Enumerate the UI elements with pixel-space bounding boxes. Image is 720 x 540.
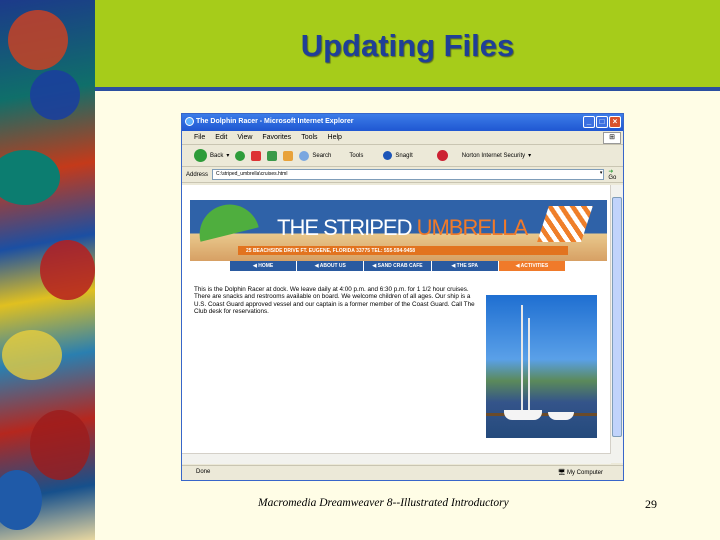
site-logo: THE STRIPED UMBRELLA [277,215,528,240]
toolbar: Back ▾ Search Tools SnagIt Norton Intern… [182,145,623,167]
close-button[interactable]: × [609,116,621,128]
paint-swirl [30,70,80,120]
address-label: Address [186,171,209,178]
forward-arrow-icon[interactable] [235,150,246,161]
minimize-button[interactable]: _ [583,116,595,128]
slide-footer: Macromedia Dreamweaver 8--Illustrated In… [258,497,509,509]
paint-swirl [0,150,60,205]
scroll-thumb[interactable] [612,197,622,437]
security-zone: 🖥 My Computer [557,470,603,476]
beach-chair-graphic [537,206,593,242]
sailboat-mast [528,318,530,410]
nav-activities[interactable]: ◀ ACTIVITIES [498,261,567,271]
nav-home[interactable]: ◀ HOME [230,261,298,271]
vertical-scrollbar[interactable] [610,185,623,463]
back-button[interactable]: Back ▾ [194,149,229,162]
maximize-button[interactable]: □ [596,116,608,128]
menu-file[interactable]: File [194,134,205,144]
menu-bar: File Edit View Favorites Tools Help ⊞ [182,131,623,145]
paint-swirl [8,10,68,70]
page-number: 29 [645,497,657,511]
nav-sand-crab-cafe[interactable]: ◀ SAND CRAB CAFE [364,261,432,271]
status-text: Done [196,469,211,475]
search-button[interactable]: Search [299,150,331,161]
address-bar: Address C:\striped_umbrella\cruises.html… [182,167,623,183]
sailboat-mast [521,305,523,410]
menu-edit[interactable]: Edit [215,134,227,144]
home-icon[interactable] [283,150,294,161]
menu-view[interactable]: View [237,134,252,144]
tools-button[interactable]: Tools [349,153,363,159]
slide-title: Updating Files [300,28,515,63]
search-icon [299,150,310,161]
paint-swirl [30,410,90,480]
snagit-icon [383,151,393,160]
stop-icon[interactable] [251,150,262,161]
umbrella-graphic [193,200,259,242]
boat-hull [548,412,574,420]
browser-window: The Dolphin Racer - Microsoft Internet E… [181,113,624,481]
menu-help[interactable]: Help [328,134,342,144]
norton-icon[interactable] [436,150,448,161]
nav-about-us[interactable]: ◀ ABOUT US [297,261,365,271]
norton-security-button[interactable]: Norton Internet Security ▾ [462,152,531,160]
cruise-description: This is the Dolphin Racer at dock. We le… [194,286,475,315]
internet-explorer-icon [185,117,194,126]
windows-logo-icon: ⊞ [603,132,621,144]
boat-photo [486,295,597,438]
page-viewport: THE STRIPED UMBRELLA 25 BEACHSIDE DRIVE … [182,185,611,463]
address-dropdown-icon[interactable]: ▾ [600,170,603,176]
boat-hull [504,410,542,420]
back-arrow-icon [194,149,207,162]
nav-the-spa[interactable]: ◀ THE SPA [432,261,499,271]
status-bar: Done 🖥 My Computer [182,465,623,480]
window-titlebar: The Dolphin Racer - Microsoft Internet E… [182,114,623,131]
site-navigation: ◀ HOME ◀ ABOUT US ◀ SAND CRAB CAFE ◀ THE… [230,261,567,271]
paint-swirl [0,470,42,530]
snagit-button[interactable]: SnagIt [383,151,413,160]
address-input[interactable]: C:\striped_umbrella\cruises.html ▾ [212,169,605,180]
decorative-painting [0,0,95,540]
go-button[interactable]: ➜ Go [608,168,623,181]
site-banner: THE STRIPED UMBRELLA 25 BEACHSIDE DRIVE … [190,200,607,261]
paint-swirl [2,330,62,380]
site-address-line: 25 BEACHSIDE DRIVE FT. EUGENE, FLORIDA 3… [238,246,568,255]
refresh-icon[interactable] [267,150,278,161]
paint-swirl [40,240,95,300]
menu-favorites[interactable]: Favorites [262,134,291,144]
menu-tools[interactable]: Tools [301,134,317,144]
horizontal-scrollbar[interactable] [182,453,611,464]
window-title: The Dolphin Racer - Microsoft Internet E… [196,118,354,125]
